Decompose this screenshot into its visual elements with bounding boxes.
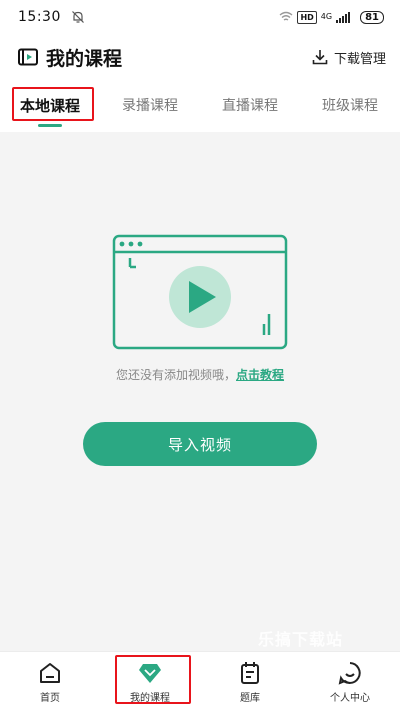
hd-badge: HD [297, 10, 317, 24]
tab-live-courses[interactable]: 直播课程 [200, 80, 300, 132]
nav-label: 首页 [40, 692, 60, 704]
download-icon [312, 50, 328, 65]
tab-label: 录播课程 [122, 98, 178, 114]
tab-label: 直播课程 [222, 98, 278, 114]
watermark: 乐搞下载站 [258, 630, 344, 649]
nav-label: 我的课程 [130, 692, 170, 704]
active-tab-indicator [38, 124, 62, 127]
tutorial-link[interactable]: 点击教程 [236, 368, 284, 382]
battery-level: 81 [360, 10, 384, 24]
nav-question-bank[interactable]: 题库 [200, 652, 300, 711]
tab-class-courses[interactable]: 班级课程 [300, 80, 400, 132]
empty-message-text: 您还没有添加视频哦， [115, 368, 236, 382]
bottom-nav: 首页 我的课程 题库 个人中心 [0, 651, 400, 711]
nav-home[interactable]: 首页 [0, 652, 100, 711]
network-type: 4G [320, 12, 333, 21]
tab-label: 班级课程 [322, 98, 378, 114]
wifi-icon [279, 11, 293, 21]
tab-recorded-courses[interactable]: 录播课程 [100, 80, 200, 132]
page-title: 我的课程 [46, 47, 123, 70]
nav-label: 题库 [240, 692, 260, 704]
signal-icon [336, 11, 351, 23]
empty-video-illustration [112, 234, 288, 350]
notebook-icon [241, 661, 259, 684]
import-video-button[interactable]: 导入视频 [83, 422, 317, 466]
course-video-icon [18, 48, 38, 66]
tab-label: 本地课程 [19, 97, 80, 115]
nav-my-courses[interactable]: 我的课程 [100, 652, 200, 711]
status-time: 15:30 [18, 9, 61, 25]
app-header: 我的课程 下载管理 [0, 34, 400, 80]
status-bar: 15:30 HD 4G 81 [0, 0, 400, 34]
bell-off-icon [71, 11, 84, 23]
home-icon [40, 662, 60, 683]
nav-profile[interactable]: 个人中心 [300, 652, 400, 711]
course-tabs: 本地课程 录播课程 直播课程 班级课程 [0, 80, 400, 132]
smile-icon [338, 661, 361, 685]
download-manager-button[interactable]: 下载管理 [312, 48, 386, 67]
download-manager-label: 下载管理 [333, 51, 386, 67]
empty-state-message: 您还没有添加视频哦，点击教程 [0, 366, 400, 383]
diamond-icon [139, 663, 161, 683]
tab-local-courses[interactable]: 本地课程 [0, 80, 100, 132]
nav-label: 个人中心 [330, 692, 370, 704]
